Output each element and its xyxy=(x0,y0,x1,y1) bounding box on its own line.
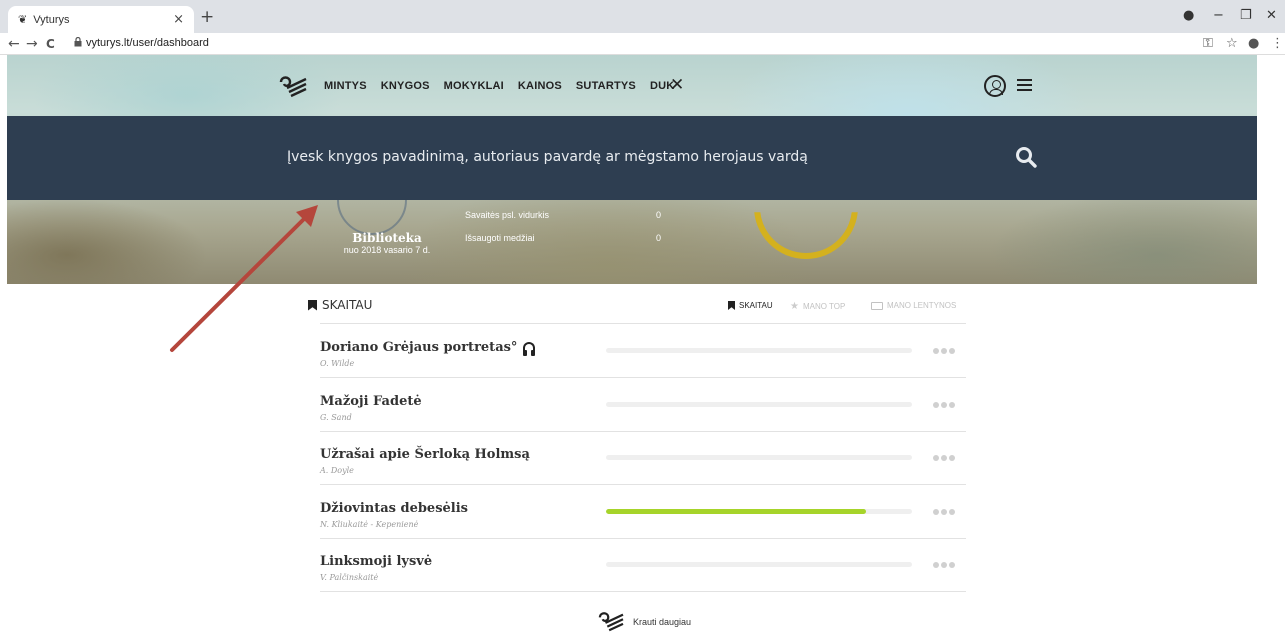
book-row[interactable]: Džiovintas debesėlis N. Kliukaitė - Kepen… xyxy=(320,485,966,538)
reading-progress-bar xyxy=(606,509,912,514)
back-icon[interactable]: ← xyxy=(8,36,20,52)
book-row[interactable]: Linksmoji lysvė V. Palčinskaitė xyxy=(320,538,966,591)
user-account-icon[interactable] xyxy=(984,75,1006,97)
search-input[interactable]: Įvesk knygos pavadinimą, autoriaus pavar… xyxy=(287,149,808,165)
more-options-icon[interactable] xyxy=(933,455,955,461)
reload-icon[interactable]: C xyxy=(46,36,55,52)
nav-item-mokyklai[interactable]: MOKYKLAI xyxy=(444,80,504,92)
more-options-icon[interactable] xyxy=(933,402,955,408)
reading-progress-bar xyxy=(606,348,912,353)
book-author: O. Wilde xyxy=(320,359,355,368)
tab-mano-lentynos[interactable]: MANO LENTYNOS xyxy=(871,301,956,310)
close-window-icon[interactable]: ✕ xyxy=(1266,8,1277,23)
main-nav: MINTYS KNYGOS MOKYKLAI KAINOS SUTARTYS D… xyxy=(324,80,674,92)
vyturys-logo-icon[interactable] xyxy=(278,74,308,100)
book-title[interactable]: Džiovintas debesėlis xyxy=(320,501,468,516)
url-field[interactable]: vyturys.lt/user/dashboard xyxy=(86,37,209,49)
hero-banner: MINTYS KNYGOS MOKYKLAI KAINOS SUTARTYS D… xyxy=(7,55,1257,284)
book-title[interactable]: Doriano Grėjaus portretas° xyxy=(320,340,536,356)
book-title[interactable]: Mažoji Fadetė xyxy=(320,394,422,409)
book-author: A. Doyle xyxy=(320,466,354,475)
library-since: nuo 2018 vasario 7 d. xyxy=(343,245,431,255)
minimize-icon[interactable]: − xyxy=(1213,8,1224,23)
bookmark-icon xyxy=(308,299,317,311)
search-icon[interactable] xyxy=(1015,146,1037,168)
profile-icon[interactable]: ● xyxy=(1248,36,1259,51)
tab-title: Vyturys xyxy=(33,13,70,26)
more-options-icon[interactable] xyxy=(933,348,955,354)
lock-icon xyxy=(74,37,82,47)
bookmark-icon xyxy=(728,301,735,310)
nav-item-knygos[interactable]: KNYGOS xyxy=(381,80,430,92)
reading-progress-bar xyxy=(606,402,912,407)
book-row[interactable]: Doriano Grėjaus portretas° O. Wilde xyxy=(320,324,966,377)
reading-list-header: SKAITAU SKAITAU ★ MANO TOP MANO LENTYNOS xyxy=(308,296,968,322)
password-key-icon[interactable]: ⚿ xyxy=(1203,36,1213,51)
browser-tabstrip: ❦ Vyturys × + ● − ❐ ✕ xyxy=(0,0,1285,33)
library-info: Biblioteka nuo 2018 vasario 7 d. xyxy=(327,231,447,255)
browser-tab[interactable]: ❦ Vyturys × xyxy=(8,6,194,33)
new-tab-icon[interactable]: + xyxy=(200,9,214,26)
bookmark-star-icon[interactable]: ☆ xyxy=(1226,36,1238,51)
site-favicon-icon: ❦ xyxy=(18,13,28,26)
reading-progress-bar xyxy=(606,455,912,460)
tab-mano-top[interactable]: ★ MANO TOP xyxy=(790,301,845,312)
profile-dot-icon[interactable]: ● xyxy=(1183,8,1194,23)
stat-value: 0 xyxy=(656,233,662,243)
nav-item-kainos[interactable]: KAINOS xyxy=(518,80,562,92)
browser-menu-icon[interactable]: ⋮ xyxy=(1271,36,1284,51)
tab-close-icon[interactable]: × xyxy=(173,12,184,27)
shelf-icon xyxy=(871,301,883,310)
load-more-button[interactable]: Krauti daugiau xyxy=(597,610,691,634)
search-bar: Įvesk knygos pavadinimą, autoriaus pavar… xyxy=(7,116,1257,200)
nav-item-sutartys[interactable]: SUTARTYS xyxy=(576,80,636,92)
load-more-label: Krauti daugiau xyxy=(633,617,692,627)
nav-item-mintys[interactable]: MINTYS xyxy=(324,80,367,92)
address-bar: ← → C vyturys.lt/user/dashboard ⚿ ☆ ● ⋮ xyxy=(0,33,1285,55)
divider xyxy=(320,591,966,592)
headphones-icon xyxy=(523,342,536,356)
reading-progress-fill xyxy=(606,509,867,514)
tab-skaitau[interactable]: SKAITAU xyxy=(728,301,773,310)
book-author: N. Kliukaitė - Kepenienė xyxy=(320,520,419,529)
book-row[interactable]: Užrašai apie Šerloką Holmsą A. Doyle xyxy=(320,431,966,484)
stat-label: Savaitės psl. vidurkis xyxy=(465,210,550,220)
reading-progress-bar xyxy=(606,562,912,567)
star-icon: ★ xyxy=(790,301,799,312)
close-search-icon[interactable]: ✕ xyxy=(670,75,684,95)
maximize-icon[interactable]: ❐ xyxy=(1240,8,1252,23)
forward-icon[interactable]: → xyxy=(26,36,38,52)
book-author: G. Sand xyxy=(320,413,352,422)
more-options-icon[interactable] xyxy=(933,509,955,515)
reading-section-title: SKAITAU xyxy=(308,298,372,312)
book-author: V. Palčinskaitė xyxy=(320,573,379,582)
more-options-icon[interactable] xyxy=(933,562,955,568)
stat-label: Išsaugoti medžiai xyxy=(465,233,535,243)
book-title[interactable]: Linksmoji lysvė xyxy=(320,554,432,569)
vyturys-logo-icon xyxy=(598,612,624,632)
library-title: Biblioteka xyxy=(352,231,422,245)
hamburger-menu-icon[interactable] xyxy=(1017,79,1032,91)
book-row[interactable]: Mažoji Fadetė G. Sand xyxy=(320,378,966,431)
book-title[interactable]: Užrašai apie Šerloką Holmsą xyxy=(320,447,530,462)
stat-value: 0 xyxy=(656,210,662,220)
